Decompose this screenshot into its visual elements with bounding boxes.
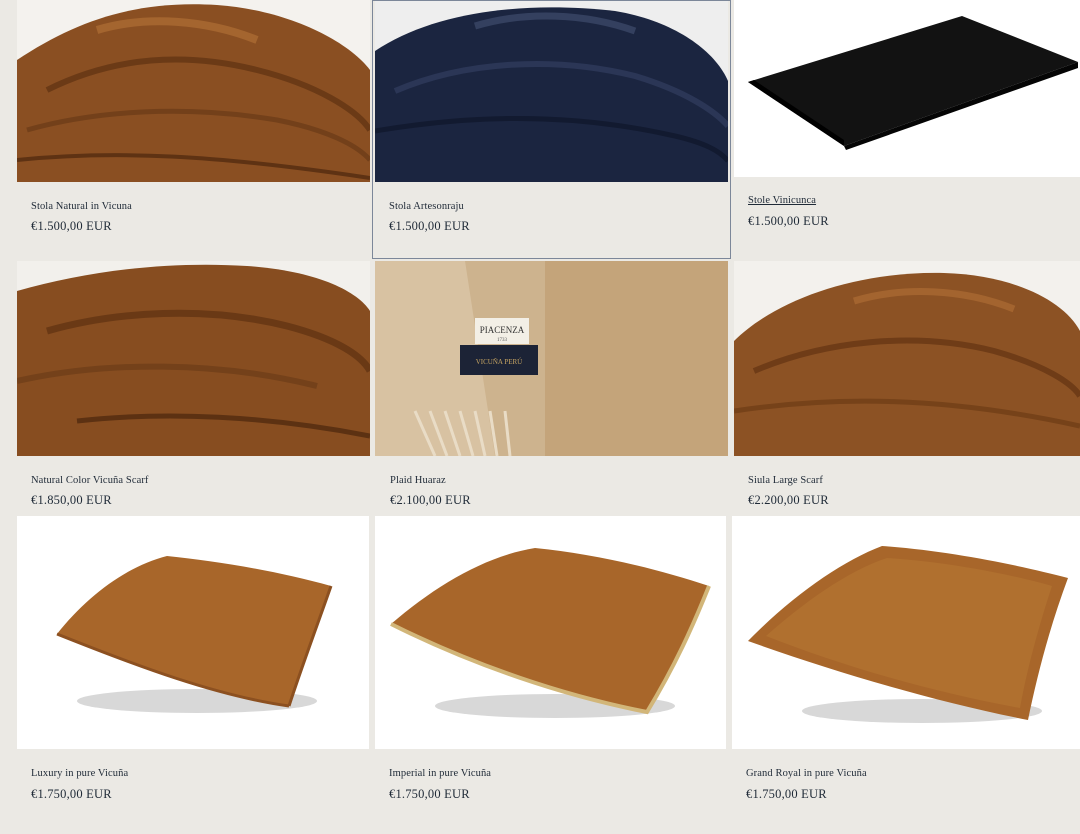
product-grid: Stola Natural in Vicuna €1.500,00 EUR St… <box>0 0 1080 834</box>
product-title[interactable]: Imperial in pure Vicuña <box>389 768 491 779</box>
product-title[interactable]: Luxury in pure Vicuña <box>31 768 128 779</box>
product-price: €1.850,00 EUR <box>31 493 112 507</box>
product-card[interactable]: Stola Artesonraju €1.500,00 EUR <box>372 0 731 259</box>
product-card[interactable]: Imperial in pure Vicuña €1.750,00 EUR <box>375 516 726 816</box>
product-card[interactable]: Stola Natural in Vicuna €1.500,00 EUR <box>17 0 370 258</box>
product-title[interactable]: Stole Vinicunca <box>748 195 816 206</box>
product-price: €1.500,00 EUR <box>389 219 470 233</box>
product-image[interactable] <box>375 516 726 749</box>
product-price: €1.500,00 EUR <box>748 214 829 228</box>
svg-text:1733: 1733 <box>497 338 508 343</box>
product-image[interactable] <box>17 0 370 182</box>
product-card[interactable]: Siula Large Scarf €2.200,00 EUR <box>734 261 1080 515</box>
product-image[interactable] <box>734 0 1080 177</box>
svg-text:VICUÑA PERÚ: VICUÑA PERÚ <box>476 358 522 366</box>
product-image[interactable] <box>17 261 370 456</box>
product-card[interactable]: Luxury in pure Vicuña €1.750,00 EUR <box>17 516 369 816</box>
product-title[interactable]: Stola Natural in Vicuna <box>31 201 132 212</box>
product-image[interactable]: PIACENZA 1733 VICUÑA PERÚ <box>375 261 728 456</box>
product-price: €1.750,00 EUR <box>389 787 470 801</box>
product-card[interactable]: Grand Royal in pure Vicuña €1.750,00 EUR <box>732 516 1080 816</box>
product-title[interactable]: Stola Artesonraju <box>389 201 464 212</box>
product-title[interactable]: Plaid Huaraz <box>390 475 446 486</box>
product-card[interactable]: Stole Vinicunca €1.500,00 EUR <box>734 0 1080 258</box>
product-image[interactable] <box>732 516 1080 749</box>
product-title[interactable]: Grand Royal in pure Vicuña <box>746 768 867 779</box>
product-image[interactable] <box>375 1 728 182</box>
product-card[interactable]: PIACENZA 1733 VICUÑA PERÚ Plaid Huaraz €… <box>375 261 728 515</box>
product-title[interactable]: Natural Color Vicuña Scarf <box>31 475 149 486</box>
product-price: €1.750,00 EUR <box>746 787 827 801</box>
product-card[interactable]: Natural Color Vicuña Scarf €1.850,00 EUR <box>17 261 370 515</box>
brand-label-text: PIACENZA <box>480 325 525 335</box>
product-title[interactable]: Siula Large Scarf <box>748 475 823 486</box>
product-price: €1.500,00 EUR <box>31 219 112 233</box>
product-image[interactable] <box>734 261 1080 456</box>
product-price: €2.100,00 EUR <box>390 493 471 507</box>
product-price: €1.750,00 EUR <box>31 787 112 801</box>
product-image[interactable] <box>17 516 369 749</box>
product-price: €2.200,00 EUR <box>748 493 829 507</box>
